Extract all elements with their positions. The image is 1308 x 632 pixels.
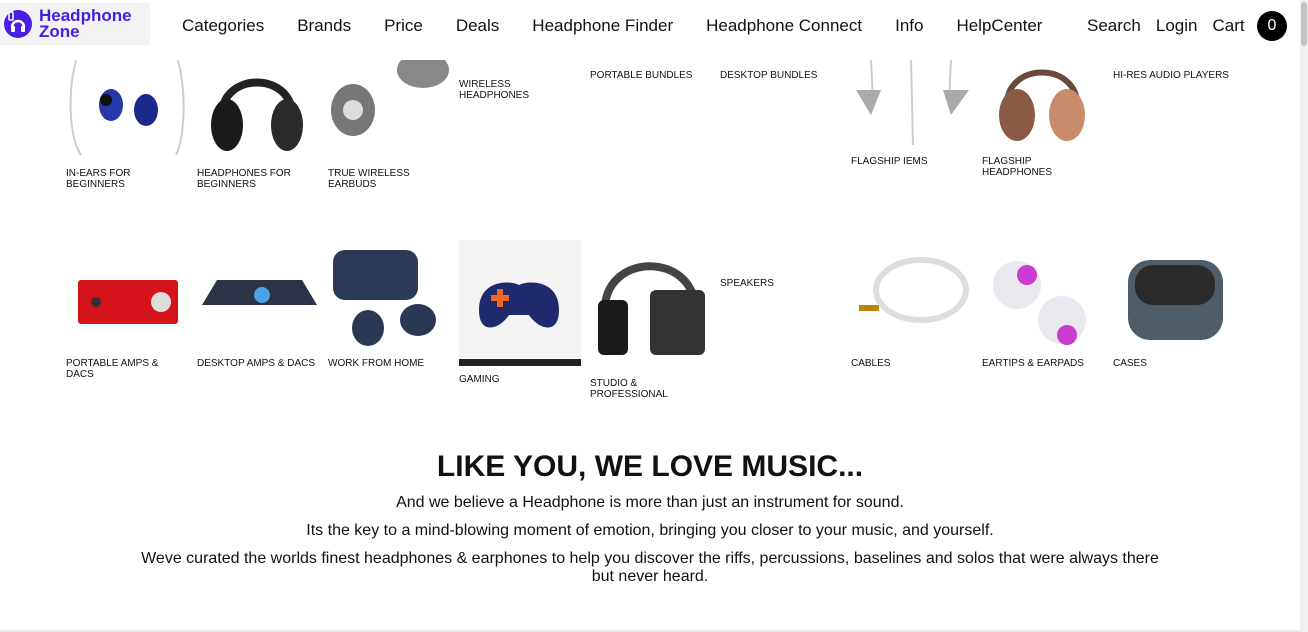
- nav-info[interactable]: Info: [895, 16, 923, 36]
- eartips-image: [993, 261, 1086, 345]
- nav-deals[interactable]: Deals: [456, 16, 499, 36]
- category-label[interactable]: WIRELESS HEADPHONES: [459, 79, 581, 101]
- over-ear-headphones-image: [211, 78, 303, 151]
- category-label: GAMING: [459, 374, 500, 385]
- category-label[interactable]: PORTABLE BUNDLES: [590, 70, 712, 81]
- logo[interactable]: Headphone Zone: [0, 3, 150, 45]
- cable-image: [859, 257, 969, 323]
- gaming-controller-image: [459, 240, 581, 366]
- category-label: STUDIO & PROFESSIONAL: [590, 378, 668, 400]
- portable-amp-image: [78, 280, 178, 324]
- nav-categories[interactable]: Categories: [182, 16, 264, 36]
- earbuds-case-image: [333, 250, 436, 346]
- category-tile[interactable]: CASES: [1113, 250, 1235, 369]
- logo-text-line2: Zone: [39, 22, 80, 41]
- studio-headphones-image: [598, 262, 705, 355]
- site-header: Headphone Zone Categories Brands Price D…: [0, 0, 1300, 52]
- flagship-headphones-image: [999, 69, 1085, 141]
- category-tile[interactable]: STUDIO & PROFESSIONAL: [590, 245, 712, 400]
- nav-headphone-finder[interactable]: Headphone Finder: [532, 16, 673, 36]
- nav-price[interactable]: Price: [384, 16, 423, 36]
- category-label: IN-EARS FOR BEGINNERS: [66, 168, 131, 190]
- login-link[interactable]: Login: [1156, 16, 1198, 36]
- true-wireless-earbuds-image: [331, 60, 449, 136]
- headphone-zone-logo-icon: [4, 10, 32, 38]
- category-tile[interactable]: FLAGSHIP IEMS: [851, 60, 973, 167]
- cart-link[interactable]: Cart: [1212, 16, 1244, 36]
- category-label: PORTABLE AMPS & DACS: [66, 358, 159, 380]
- category-label: FLAGSHIP IEMS: [851, 156, 928, 167]
- category-label: FLAGSHIP HEADPHONES: [982, 156, 1053, 178]
- case-image: [1128, 260, 1223, 340]
- intro-headline: LIKE YOU, WE LOVE MUSIC...: [436, 450, 864, 483]
- category-label: WORK FROM HOME: [328, 358, 425, 369]
- category-label: CABLES: [851, 358, 891, 369]
- category-label[interactable]: HI-RES AUDIO PLAYERS: [1113, 70, 1235, 81]
- category-tile[interactable]: CABLES: [851, 250, 973, 369]
- category-tile[interactable]: FLAGSHIP HEADPHONES: [982, 60, 1104, 178]
- intro-paragraph-2: Its the key to a mind-blowing moment of …: [306, 522, 994, 539]
- cart-count-badge[interactable]: 0: [1257, 11, 1287, 41]
- category-label[interactable]: DESKTOP BUNDLES: [720, 70, 842, 81]
- category-tile[interactable]: WORK FROM HOME: [328, 250, 450, 369]
- nav-brands[interactable]: Brands: [297, 16, 351, 36]
- category-tile[interactable]: DESKTOP AMPS & DACS: [197, 250, 319, 369]
- header-actions: Search Login Cart: [1087, 16, 1260, 36]
- flagship-iem-image: [856, 60, 969, 146]
- category-tile[interactable]: HEADPHONES FOR BEGINNERS: [197, 60, 319, 190]
- category-tile[interactable]: EARTIPS & EARPADS: [982, 250, 1104, 369]
- category-tile[interactable]: GAMING: [459, 240, 581, 385]
- page-scrollbar[interactable]: [1300, 0, 1308, 632]
- in-ear-monitor-image: [69, 60, 185, 156]
- category-label: HEADPHONES FOR BEGINNERS: [197, 168, 291, 190]
- intro-paragraph-1: And we believe a Headphone is more than …: [396, 494, 904, 511]
- category-label: DESKTOP AMPS & DACS: [197, 358, 316, 369]
- category-label: EARTIPS & EARPADS: [982, 358, 1084, 369]
- category-label: TRUE WIRELESS EARBUDS: [328, 168, 410, 190]
- nav-helpcenter[interactable]: HelpCenter: [956, 16, 1042, 36]
- scrollbar-thumb[interactable]: [1301, 2, 1307, 46]
- search-link[interactable]: Search: [1087, 16, 1141, 36]
- category-label[interactable]: SPEAKERS: [720, 278, 842, 289]
- category-label: CASES: [1113, 358, 1147, 369]
- category-tile[interactable]: IN-EARS FOR BEGINNERS: [66, 60, 188, 190]
- main-nav: Categories Brands Price Deals Headphone …: [182, 16, 1042, 36]
- desktop-amp-image: [202, 280, 317, 305]
- nav-headphone-connect[interactable]: Headphone Connect: [706, 16, 862, 36]
- intro-paragraph-3: Weve curated the worlds finest headphone…: [141, 550, 1159, 585]
- category-tile[interactable]: PORTABLE AMPS & DACS: [66, 250, 188, 380]
- category-tile[interactable]: TRUE WIRELESS EARBUDS: [328, 60, 450, 190]
